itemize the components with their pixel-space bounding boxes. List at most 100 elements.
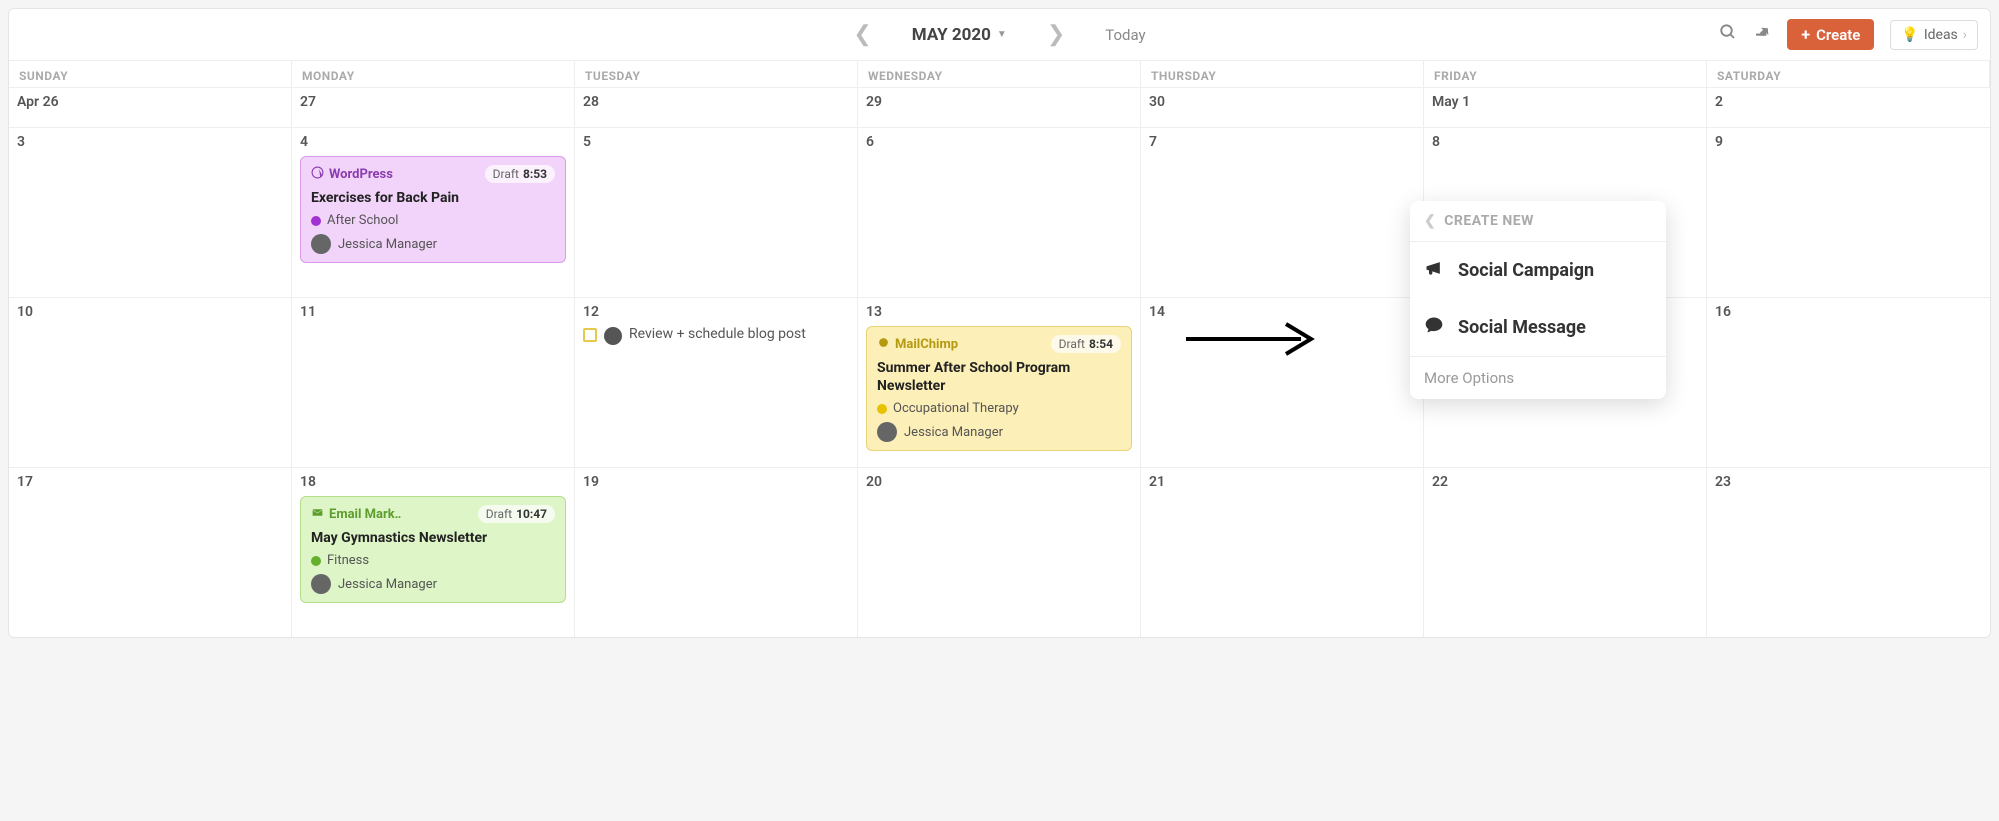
event-type: Email Mark… bbox=[311, 506, 401, 523]
status-pill: Draft 10:47 bbox=[478, 505, 555, 523]
event-author: Jessica Manager bbox=[311, 574, 555, 594]
date-label: 9 bbox=[1715, 134, 1982, 150]
checkbox[interactable] bbox=[583, 328, 597, 342]
author-name: Jessica Manager bbox=[904, 425, 1003, 440]
email-icon bbox=[311, 506, 324, 523]
calendar-cell[interactable]: 22 bbox=[1424, 467, 1707, 637]
calendar-cell[interactable]: 27 bbox=[292, 87, 575, 127]
task-item[interactable]: Review + schedule blog post bbox=[583, 326, 849, 345]
calendar-cell[interactable]: May 1 bbox=[1424, 87, 1707, 127]
month-label: MAY 2020 bbox=[912, 25, 991, 45]
calendar-cell[interactable]: 20 bbox=[858, 467, 1141, 637]
calendar-cell[interactable]: 10 bbox=[9, 297, 292, 467]
event-category: After School bbox=[311, 213, 555, 228]
calendar-cell[interactable]: 19 bbox=[575, 467, 858, 637]
calendar-cell[interactable]: 4 WordPressDraft8:53Exercises for Back Pa… bbox=[292, 127, 575, 297]
date-label: 23 bbox=[1715, 474, 1982, 490]
day-header: WEDNESDAY bbox=[858, 61, 1141, 87]
date-label: 12 bbox=[583, 304, 849, 320]
calendar-cell[interactable]: Apr 26 bbox=[9, 87, 292, 127]
calendar-cell[interactable]: 7 bbox=[1141, 127, 1424, 297]
month-picker[interactable]: MAY 2020 ▼ bbox=[912, 25, 1007, 45]
popover-item-label: Social Campaign bbox=[1458, 260, 1594, 281]
popover-more-options[interactable]: More Options bbox=[1410, 356, 1666, 399]
author-name: Jessica Manager bbox=[338, 237, 437, 252]
date-label: 18 bbox=[300, 474, 566, 490]
prev-month-button[interactable]: ❮ bbox=[853, 22, 871, 47]
event-card[interactable]: Email Mark…Draft10:47May Gymnastics News… bbox=[300, 496, 566, 603]
status-pill: Draft8:54 bbox=[1051, 335, 1121, 353]
calendar-cell[interactable]: 16 bbox=[1707, 297, 1990, 467]
event-card[interactable]: MailChimpDraft8:54Summer After School Pr… bbox=[866, 326, 1132, 451]
category-dot bbox=[311, 556, 321, 566]
plus-icon: + bbox=[1801, 25, 1810, 44]
date-label: 16 bbox=[1715, 304, 1982, 320]
event-type: WordPress bbox=[311, 166, 393, 183]
event-card[interactable]: WordPressDraft8:53Exercises for Back Pai… bbox=[300, 156, 566, 263]
day-header: FRIDAY bbox=[1424, 61, 1707, 87]
popover-title: CREATE NEW bbox=[1444, 213, 1534, 229]
date-label: 10 bbox=[17, 304, 283, 320]
status-time: 8:53 bbox=[523, 167, 547, 181]
calendar-cell[interactable]: 2 bbox=[1707, 87, 1990, 127]
create-button[interactable]: + Create bbox=[1787, 19, 1874, 50]
event-type-label: WordPress bbox=[329, 167, 393, 182]
search-icon[interactable] bbox=[1719, 23, 1737, 46]
mailchimp-icon bbox=[877, 336, 890, 353]
speech-bubble-icon bbox=[1424, 315, 1444, 340]
calendar-cell[interactable]: 29 bbox=[858, 87, 1141, 127]
event-type-label: Email Mark… bbox=[329, 507, 401, 522]
day-header: THURSDAY bbox=[1141, 61, 1424, 87]
calendar-cell[interactable]: 11 bbox=[292, 297, 575, 467]
calendar-cell[interactable]: 13MailChimpDraft8:54Summer After School … bbox=[858, 297, 1141, 467]
popover-header[interactable]: ❮ CREATE NEW bbox=[1410, 201, 1666, 242]
date-label: 20 bbox=[866, 474, 1132, 490]
wordpress-icon bbox=[311, 166, 324, 183]
category-dot bbox=[311, 216, 321, 226]
date-label: May 1 bbox=[1432, 94, 1698, 110]
calendar-cell[interactable]: 9 bbox=[1707, 127, 1990, 297]
ideas-label: Ideas bbox=[1924, 27, 1958, 43]
event-category: Fitness bbox=[311, 553, 555, 568]
calendar-cell[interactable]: 12 Review + schedule blog post bbox=[575, 297, 858, 467]
status-text: Draft bbox=[486, 507, 512, 521]
date-label: 5 bbox=[583, 134, 849, 150]
date-label: 4 bbox=[300, 134, 566, 150]
date-label: 6 bbox=[866, 134, 1132, 150]
date-label: 3 bbox=[17, 134, 283, 150]
event-title: Exercises for Back Pain bbox=[311, 189, 555, 207]
date-label: 14 bbox=[1149, 304, 1415, 320]
popover-item-label: Social Message bbox=[1458, 317, 1586, 338]
chevron-right-icon: › bbox=[1963, 27, 1967, 43]
event-title: Summer After School Program Newsletter bbox=[877, 359, 1121, 395]
calendar-cell[interactable]: 14 bbox=[1141, 297, 1424, 467]
event-category: Occupational Therapy bbox=[877, 401, 1121, 416]
calendar-cell[interactable]: 5 bbox=[575, 127, 858, 297]
date-label: 8 bbox=[1432, 134, 1698, 150]
status-time: 10:47 bbox=[516, 507, 547, 521]
calendar-cell[interactable]: 3 bbox=[9, 127, 292, 297]
calendar-cell[interactable]: 21 bbox=[1141, 467, 1424, 637]
share-icon[interactable] bbox=[1753, 23, 1771, 46]
dropdown-caret-icon: ▼ bbox=[997, 29, 1007, 40]
popover-item-social-campaign[interactable]: Social Campaign bbox=[1410, 242, 1666, 299]
calendar-cell[interactable]: 17 bbox=[9, 467, 292, 637]
today-button[interactable]: Today bbox=[1105, 26, 1145, 44]
calendar-cell[interactable]: 28 bbox=[575, 87, 858, 127]
create-label: Create bbox=[1816, 26, 1860, 44]
calendar-cell[interactable]: 30 bbox=[1141, 87, 1424, 127]
ideas-button[interactable]: 💡 Ideas › bbox=[1890, 20, 1978, 50]
popover-item-social-message[interactable]: Social Message bbox=[1410, 299, 1666, 356]
date-label: 17 bbox=[17, 474, 283, 490]
date-label: 21 bbox=[1149, 474, 1415, 490]
day-header: SATURDAY bbox=[1707, 61, 1990, 87]
status-text: Draft bbox=[1059, 337, 1085, 351]
calendar-cell[interactable]: 6 bbox=[858, 127, 1141, 297]
calendar-cell[interactable]: 18Email Mark…Draft10:47May Gymnastics Ne… bbox=[292, 467, 575, 637]
avatar bbox=[311, 234, 331, 254]
date-label: 28 bbox=[583, 94, 849, 110]
lightbulb-icon: 💡 bbox=[1901, 27, 1918, 43]
next-month-button[interactable]: ❯ bbox=[1047, 22, 1065, 47]
calendar-cell[interactable]: 23 bbox=[1707, 467, 1990, 637]
megaphone-icon bbox=[1424, 258, 1444, 283]
